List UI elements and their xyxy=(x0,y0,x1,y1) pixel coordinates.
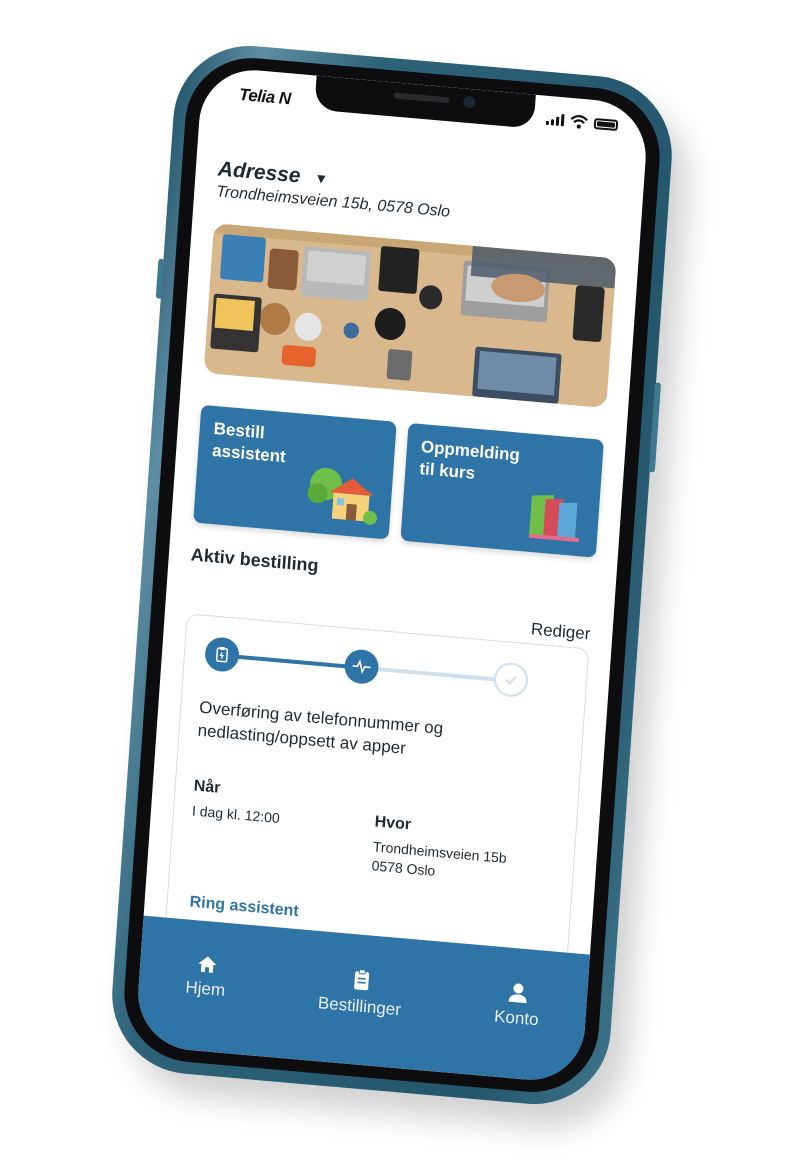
books-illustration-icon xyxy=(528,495,580,543)
caret-down-icon[interactable]: ▼ xyxy=(314,170,329,187)
house-illustration-icon xyxy=(307,467,377,525)
camera xyxy=(462,95,476,109)
screen: Telia N Adresse ▼ Trondheimsveien 15b, 0… xyxy=(134,65,650,1085)
clipboard-list-icon xyxy=(353,969,369,991)
status-icons xyxy=(545,112,619,132)
clipboard-icon xyxy=(203,636,241,673)
user-icon xyxy=(508,983,527,1004)
active-order-title: Aktiv bestilling xyxy=(190,544,320,576)
tab-home[interactable]: Hjem xyxy=(185,954,228,1001)
action-tiles: Bestill assistent Oppmelding til kurs xyxy=(193,404,604,558)
tile-label: Oppmelding til kurs xyxy=(418,437,521,483)
battery-icon xyxy=(593,117,619,131)
active-order-card: Overføring av telefonnummer og nedlastin… xyxy=(164,613,590,966)
call-assistant-link[interactable]: Ring assistent xyxy=(189,894,299,921)
course-signup-tile[interactable]: Oppmelding til kurs xyxy=(400,422,604,558)
order-progress xyxy=(202,634,569,706)
workspace-desk-photo xyxy=(203,223,617,409)
tab-label: Bestillinger xyxy=(317,993,402,1020)
where-value: Trondheimsveien 15b 0578 Oslo xyxy=(371,838,508,879)
tab-label: Hjem xyxy=(184,977,226,1000)
where-column: Hvor Trondheimsveien 15b 0578 Oslo xyxy=(371,813,558,891)
order-assistant-tile[interactable]: Bestill assistent xyxy=(193,404,397,540)
tab-label: Konto xyxy=(493,1006,540,1030)
signal-icon xyxy=(545,113,565,127)
home-icon xyxy=(198,956,216,973)
tab-account[interactable]: Konto xyxy=(494,981,541,1031)
when-column: Når I dag kl. 12:00 xyxy=(189,778,377,876)
activity-icon xyxy=(343,648,380,686)
progress-track-done xyxy=(220,653,361,670)
hero-image xyxy=(203,223,617,409)
check-circle-icon xyxy=(492,661,530,699)
order-description: Overføring av telefonnummer og nedlastin… xyxy=(197,697,444,758)
tab-orders[interactable]: Bestillinger xyxy=(317,965,403,1020)
carrier-label: Telia N xyxy=(238,84,292,109)
progress-track-pending xyxy=(360,665,509,683)
phone: Telia N Adresse ▼ Trondheimsveien 15b, 0… xyxy=(106,39,678,1111)
device-mockup: Telia N Adresse ▼ Trondheimsveien 15b, 0… xyxy=(0,0,811,1174)
order-meta: Når I dag kl. 12:00 Hvor Trondheimsveien… xyxy=(189,778,559,892)
speaker xyxy=(393,92,450,104)
main-content: Adresse ▼ Trondheimsveien 15b, 0578 Oslo xyxy=(144,116,646,966)
wifi-icon xyxy=(570,115,588,129)
